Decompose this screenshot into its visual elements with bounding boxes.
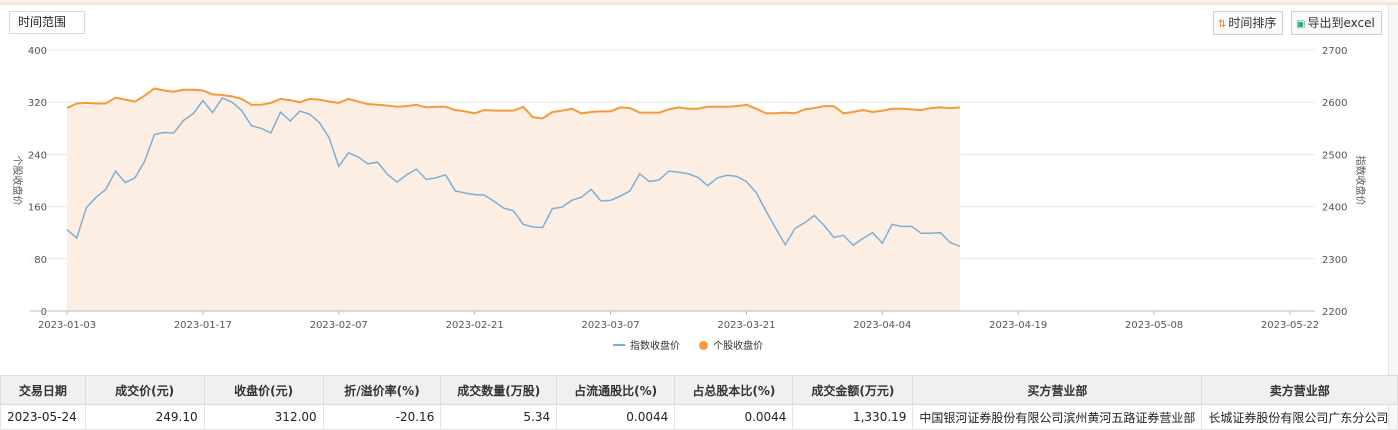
legend-dot-icon — [699, 341, 709, 350]
legend-index[interactable]: 指数收盘价 — [613, 337, 680, 352]
right-tick-label: 2400 — [1322, 203, 1347, 214]
table-row: 2023-05-24 249.10 312.00 -20.16 5.34 0.0… — [0, 404, 1398, 430]
col-header[interactable]: 成交金额(万元) — [792, 375, 914, 405]
x-tick-label: 2023-03-07 — [581, 320, 639, 331]
left-axis-title: 个股收盘价 — [11, 156, 24, 206]
time-range-selector[interactable]: 时间范围 — [9, 11, 85, 34]
col-header[interactable]: 收盘价(元) — [203, 375, 324, 405]
x-tick-label: 2023-05-08 — [1125, 320, 1183, 331]
x-tick-label: 2023-04-04 — [853, 320, 911, 331]
col-header[interactable]: 成交价(元) — [84, 375, 205, 405]
x-tick-label: 2023-05-22 — [1261, 320, 1319, 331]
left-tick-label: 320 — [28, 98, 47, 109]
left-tick-label: 0 — [41, 307, 47, 318]
col-header[interactable]: 买方营业部 — [912, 375, 1203, 405]
cell-close-price: 312.00 — [203, 404, 324, 430]
stock-area — [67, 88, 960, 311]
price-chart: 0 80 160 240 320 400 2200 2300 2400 2500 2600 2700 个… — [11, 46, 1367, 331]
cell-buyer[interactable]: 中国银河证券股份有限公司滨州黄河五路证券营业部 — [912, 404, 1203, 430]
x-tick-label: 2023-02-21 — [446, 320, 504, 331]
left-tick-label: 80 — [34, 255, 47, 266]
right-tick-label: 2500 — [1322, 150, 1347, 161]
cell-seller[interactable]: 长城证券股份有限公司广东分公司 — [1201, 404, 1398, 430]
col-header[interactable]: 占总股本比(%) — [674, 375, 794, 405]
x-tick-label: 2023-01-03 — [38, 320, 96, 331]
x-tick-label: 2023-04-19 — [989, 320, 1047, 331]
block-trade-table: 交易日期 成交价(元) 收盘价(元) 折/溢价率(%) 成交数量(万股) 占流通… — [0, 375, 1398, 430]
legend-index-label: 指数收盘价 — [630, 341, 680, 352]
legend-stock[interactable]: 个股收盘价 — [699, 337, 763, 352]
legend-line-icon — [613, 344, 625, 346]
left-tick-label: 400 — [28, 46, 47, 57]
right-axis-title: 指数收盘价 — [1354, 156, 1367, 206]
table-header-row: 交易日期 成交价(元) 收盘价(元) 折/溢价率(%) 成交数量(万股) 占流通… — [0, 375, 1398, 405]
col-header[interactable]: 成交数量(万股) — [440, 375, 558, 405]
chart-legend: 指数收盘价 个股收盘价 — [613, 337, 779, 352]
cell-amount: 1,330.19 — [792, 404, 914, 430]
x-tick-label: 2023-03-21 — [717, 320, 775, 331]
cell-premium-rate: -20.16 — [322, 404, 442, 430]
export-excel-label: 导出到excel — [1307, 16, 1375, 30]
sort-icon: ⇅ — [1218, 19, 1227, 30]
cell-float-ratio: 0.0044 — [556, 404, 676, 430]
right-tick-label: 2300 — [1322, 255, 1347, 266]
left-tick-label: 240 — [28, 150, 47, 161]
x-tick-label: 2023-01-17 — [174, 320, 232, 331]
col-header[interactable]: 交易日期 — [0, 375, 86, 405]
time-sort-label: 时间排序 — [1228, 16, 1277, 30]
time-sort-button[interactable]: ⇅ 时间排序 — [1213, 11, 1284, 35]
legend-stock-label: 个股收盘价 — [713, 341, 764, 352]
cell-date: 2023-05-24 — [0, 404, 86, 430]
cell-trade-price: 249.10 — [84, 404, 205, 430]
cell-volume: 5.34 — [440, 404, 558, 430]
col-header[interactable]: 折/溢价率(%) — [322, 375, 442, 405]
export-excel-button[interactable]: ▣ 导出到excel — [1291, 11, 1382, 35]
cell-total-ratio: 0.0044 — [674, 404, 794, 430]
left-tick-label: 160 — [28, 203, 47, 214]
right-tick-label: 2200 — [1322, 307, 1347, 318]
col-header[interactable]: 占流通股比(%) — [556, 375, 676, 405]
right-tick-label: 2600 — [1322, 98, 1347, 109]
x-tick-label: 2023-02-07 — [310, 320, 368, 331]
right-tick-label: 2700 — [1322, 46, 1347, 57]
excel-icon: ▣ — [1296, 19, 1306, 30]
col-header[interactable]: 卖方营业部 — [1201, 375, 1398, 405]
